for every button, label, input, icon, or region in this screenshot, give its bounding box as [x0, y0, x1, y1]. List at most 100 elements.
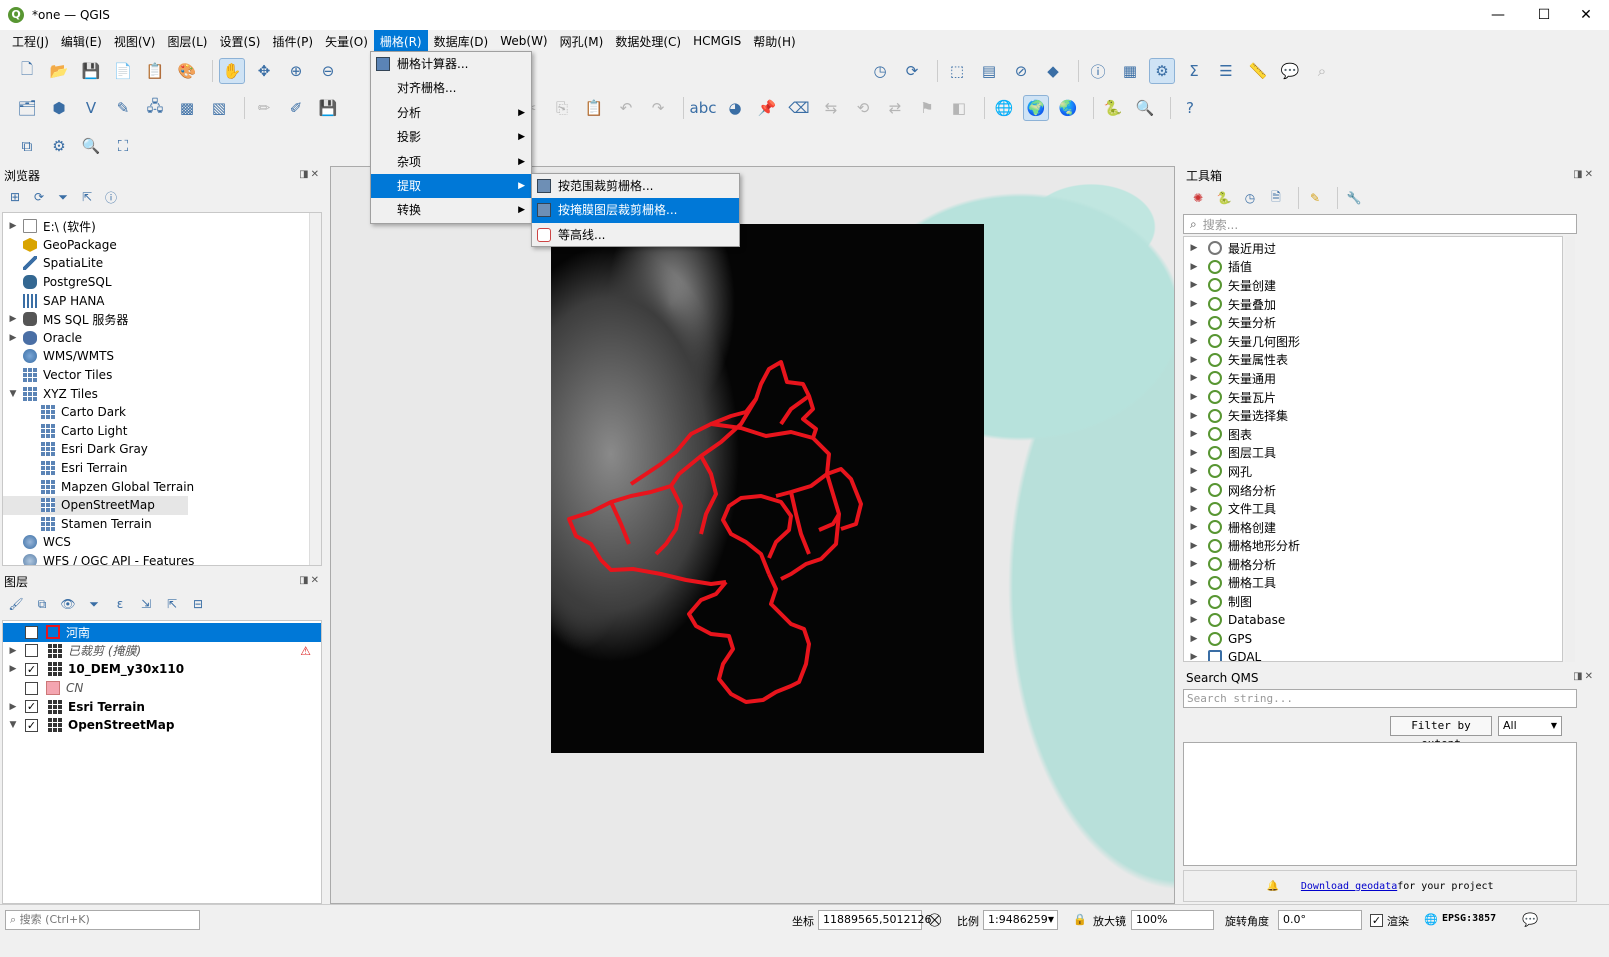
layout-manager-icon[interactable]: 📋 [142, 58, 168, 84]
layer-item[interactable]: ▶ ✓ 10_DEM_y30x110 [3, 660, 321, 679]
menu-12[interactable]: HCMGIS [687, 31, 747, 51]
info-icon[interactable]: ⓘ [102, 188, 120, 206]
filter-icon[interactable]: ⏷ [54, 188, 72, 206]
options-wrench-icon[interactable]: 🔧 [1344, 188, 1364, 208]
help-icon[interactable]: ? [1177, 95, 1203, 121]
toolbox-group[interactable]: ▶ 矢量选择集 [1184, 406, 1562, 425]
raster-menu-item[interactable]: 杂项 ▶ [371, 150, 531, 174]
toolbox-scrollbar[interactable] [1565, 236, 1575, 662]
browser-item[interactable]: GeoPackage [3, 236, 321, 255]
expand-arrow-icon[interactable]: ▶ [1188, 504, 1200, 514]
expand-arrow-icon[interactable]: ▶ [7, 221, 19, 231]
menu-13[interactable]: 帮助(H) [747, 30, 801, 53]
browser-item[interactable]: Esri Terrain [3, 459, 321, 478]
select-features-icon[interactable]: ⬚ [944, 58, 970, 84]
layer-visibility-checkbox[interactable]: ✓ [25, 700, 38, 714]
toolbox-search-input[interactable]: 搜索... [1203, 216, 1238, 233]
panel-float-close-icon[interactable]: ◨✕ [299, 575, 321, 586]
browser-item[interactable]: ▶ E:\ (软件) [3, 217, 321, 236]
expand-arrow-icon[interactable]: ▶ [1188, 485, 1200, 495]
layer-visibility-checkbox[interactable]: ✓ [25, 625, 38, 639]
expand-arrow-icon[interactable]: ▶ [1188, 466, 1200, 476]
add-vector-icon[interactable]: ⬢ [46, 95, 72, 121]
menu-10[interactable]: 网孔(M) [554, 30, 610, 53]
layer-visibility-checkbox[interactable]: ✓ [25, 662, 38, 676]
rotate-label-icon[interactable]: ⟲ [850, 95, 876, 121]
toolbox-group[interactable]: ▶ 图表 [1184, 425, 1562, 444]
toolbox-group[interactable]: ▶ 栅格工具 [1184, 574, 1562, 593]
scale-field[interactable]: 1:9486259 ▼ [983, 910, 1058, 930]
warning-icon[interactable]: ⚠ [300, 644, 311, 658]
expand-arrow-icon[interactable]: ▶ [1188, 392, 1200, 402]
add-selected-icon[interactable]: ⊞ [6, 188, 24, 206]
toolbox-group[interactable]: ▶ 栅格地形分析 [1184, 537, 1562, 556]
add-mesh-icon[interactable]: ▩ [174, 95, 200, 121]
toolbox-group[interactable]: ▶ 矢量瓦片 [1184, 388, 1562, 407]
edit-features-icon[interactable]: ✎ [1305, 188, 1325, 208]
processing-toolbox-icon[interactable]: ⚙ [1149, 58, 1175, 84]
attribute-table-icon[interactable]: ▦ [1117, 58, 1143, 84]
virtual-layer-icon[interactable]: ▧ [206, 95, 232, 121]
globe-settings-icon[interactable]: 🌏 [1055, 95, 1081, 121]
browser-item[interactable]: Mapzen Global Terrain [3, 477, 321, 496]
menu-8[interactable]: 数据库(D) [428, 30, 495, 53]
raster-menu-item[interactable]: 投影 ▶ [371, 125, 531, 149]
expand-arrow-icon[interactable]: ▶ [1188, 634, 1200, 644]
toolbox-group[interactable]: ▶ 制图 [1184, 592, 1562, 611]
browser-item[interactable]: WMS/WMTS [3, 347, 321, 366]
menu-1[interactable]: 编辑(E) [55, 30, 108, 53]
menu-7[interactable]: 栅格(R) [373, 29, 428, 53]
maximize-button[interactable]: ☐ [1521, 0, 1567, 30]
refresh-icon[interactable]: ⟳ [30, 188, 48, 206]
browser-item[interactable]: ▶ Oracle [3, 329, 321, 348]
undo-icon[interactable]: ↶ [613, 95, 639, 121]
browser-item[interactable]: WFS / OGC API - Features [3, 552, 321, 565]
collapse-all-icon[interactable]: ⇱ [162, 594, 182, 614]
browser-item[interactable]: ▶ MS SQL 服务器 [3, 310, 321, 329]
lock-icon[interactable]: 🔒 [1073, 913, 1087, 926]
measure-icon[interactable]: 📏 [1245, 58, 1271, 84]
toolbox-group[interactable]: ▶ Database [1184, 611, 1562, 630]
extract-submenu-item[interactable]: 按范围裁剪栅格... [532, 174, 739, 198]
locator-search[interactable]: ⌕ 搜索 (Ctrl+K) [5, 910, 200, 930]
results-icon[interactable]: 🗎 [1266, 188, 1286, 208]
expand-arrow-icon[interactable]: ▶ [1188, 597, 1200, 607]
toolbox-search[interactable]: ⌕ 搜索... [1183, 214, 1577, 234]
data-source-manager-icon[interactable]: 🗂 [14, 95, 40, 121]
expand-arrow-icon[interactable]: ▶ [7, 314, 19, 324]
expand-arrow-icon[interactable]: ▼ [7, 389, 19, 399]
browser-item[interactable]: PostgreSQL [3, 273, 321, 292]
pin-label-icon[interactable]: 📌 [754, 95, 780, 121]
layer-item[interactable]: ▶ 已裁剪 (掩膜) ⚠ [3, 642, 321, 661]
edit-icon[interactable]: ✏ [251, 95, 277, 121]
label-show-icon[interactable]: ◧ [946, 95, 972, 121]
expand-arrow-icon[interactable]: ▶ [1188, 355, 1200, 365]
toggle-editing-icon[interactable]: ✐ [283, 95, 309, 121]
layer-item[interactable]: ▶ ✓ Esri Terrain [3, 697, 321, 716]
menu-9[interactable]: Web(W) [494, 31, 553, 51]
map-tips-icon[interactable]: 💬 [1277, 58, 1303, 84]
rotation-field[interactable]: 0.0° [1278, 910, 1362, 930]
identify-icon[interactable]: ⓘ [1085, 58, 1111, 84]
magnifier-field[interactable]: 100% [1131, 910, 1214, 930]
toolbox-group[interactable]: ▶ 栅格创建 [1184, 518, 1562, 537]
zoom-out-icon[interactable]: ⊖ [315, 58, 341, 84]
toolbox-group[interactable]: ▶ 矢量分析 [1184, 313, 1562, 332]
add-layer-stack-icon[interactable]: ⧉ [14, 133, 40, 159]
toolbox-group[interactable]: ▶ 网络分析 [1184, 481, 1562, 500]
download-geodata-link[interactable]: Download geodata [1301, 881, 1397, 892]
panel-float-close-icon[interactable]: ◨✕ [1573, 671, 1595, 682]
layer-visibility-checkbox[interactable] [25, 644, 38, 658]
extents-toggle-icon[interactable]: ⛒ [928, 913, 941, 928]
deselect-icon[interactable]: ⊘ [1008, 58, 1034, 84]
toolbox-group[interactable]: ▶ 矢量通用 [1184, 369, 1562, 388]
toolbox-group[interactable]: ▶ 矢量几何图形 [1184, 332, 1562, 351]
layer-item[interactable]: CN [3, 679, 321, 698]
change-label-icon[interactable]: ⇄ [882, 95, 908, 121]
collapse-icon[interactable]: ⇱ [78, 188, 96, 206]
history-icon[interactable]: ◷ [1240, 188, 1260, 208]
layer-item[interactable]: ✓ 河南 [3, 623, 321, 642]
expand-arrow-icon[interactable]: ▶ [1188, 411, 1200, 421]
browser-item[interactable]: SAP HANA [3, 291, 321, 310]
qms-results-list[interactable] [1183, 742, 1577, 866]
